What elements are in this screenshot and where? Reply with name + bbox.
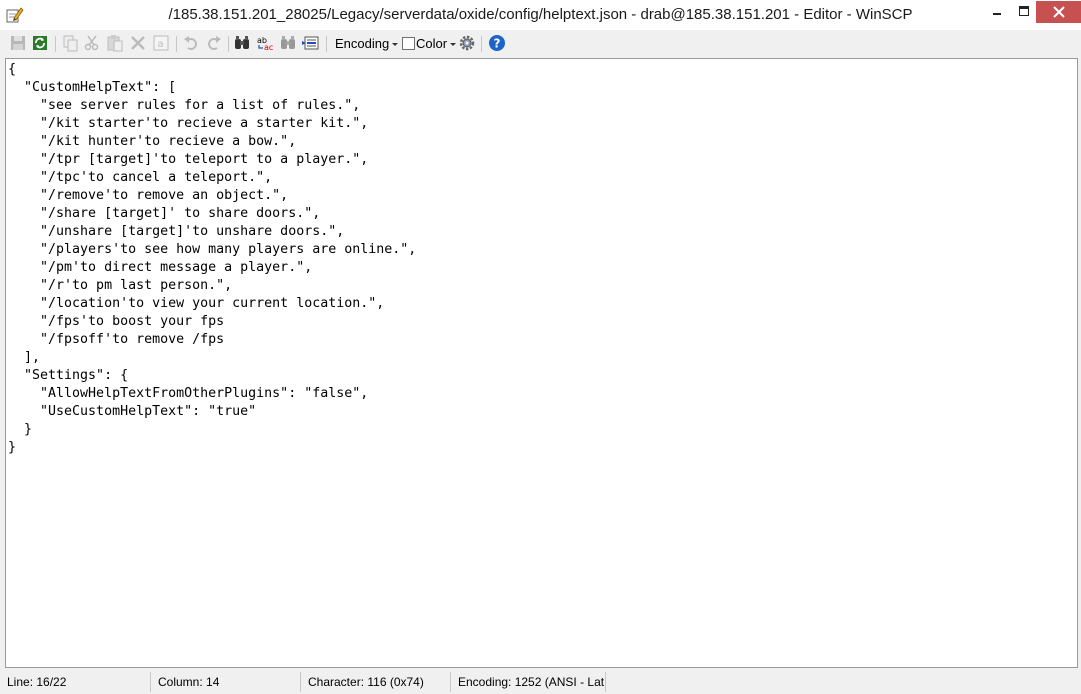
- find-next-icon[interactable]: [279, 34, 299, 54]
- redo-icon[interactable]: [205, 34, 225, 54]
- code-line[interactable]: "/share [target]' to share doors.",: [8, 205, 416, 223]
- goto-line-icon[interactable]: [302, 34, 322, 54]
- status-bar: Line: 16/22 Column: 14 Character: 116 (0…: [0, 671, 1081, 694]
- window-title: /185.38.151.201_28025/Legacy/serverdata/…: [168, 6, 913, 23]
- svg-text:?: ?: [494, 37, 501, 51]
- code-line[interactable]: "/unshare [target]'to unshare doors.",: [8, 223, 416, 241]
- select-all-icon[interactable]: a: [152, 34, 172, 54]
- cut-icon[interactable]: [83, 34, 103, 54]
- chevron-down-icon: [392, 43, 399, 47]
- help-icon[interactable]: ?: [488, 34, 508, 54]
- title-bar[interactable]: /185.38.151.201_28025/Legacy/serverdata/…: [0, 0, 1081, 30]
- color-checkbox[interactable]: [402, 37, 415, 50]
- status-character: Character: 116 (0x74): [301, 672, 451, 692]
- code-line[interactable]: "CustomHelpText": [: [8, 79, 416, 97]
- close-icon: [1053, 6, 1065, 18]
- code-line[interactable]: ],: [8, 349, 416, 367]
- toolbar: a ab ac Encoding Color ?: [0, 30, 1081, 57]
- close-button[interactable]: [1036, 1, 1081, 23]
- status-line: Line: 16/22: [0, 672, 151, 692]
- encoding-dropdown[interactable]: Encoding: [335, 36, 399, 51]
- code-line[interactable]: "/fpsoff'to remove /fps: [8, 331, 416, 349]
- code-line[interactable]: "/kit starter'to recieve a starter kit."…: [8, 115, 416, 133]
- svg-text:ac: ac: [264, 43, 273, 52]
- code-line[interactable]: "/tpr [target]'to teleport to a player."…: [8, 151, 416, 169]
- status-encoding: Encoding: 1252 (ANSI - Lat: [451, 672, 606, 692]
- color-dropdown[interactable]: Color: [416, 36, 457, 51]
- code-line[interactable]: "/kit hunter'to recieve a bow.",: [8, 133, 416, 151]
- toolbar-separator: [176, 36, 177, 52]
- reload-icon[interactable]: [31, 34, 51, 54]
- replace-icon[interactable]: ab ac: [256, 34, 276, 54]
- code-line[interactable]: {: [8, 61, 416, 79]
- delete-icon[interactable]: [129, 34, 149, 54]
- chevron-down-icon: [450, 43, 457, 47]
- code-line[interactable]: "/remove'to remove an object.",: [8, 187, 416, 205]
- code-line[interactable]: }: [8, 439, 416, 457]
- code-line[interactable]: "/location'to view your current location…: [8, 295, 416, 313]
- find-icon[interactable]: [233, 34, 253, 54]
- color-label: Color: [416, 36, 448, 51]
- toolbar-separator: [55, 36, 56, 52]
- code-line[interactable]: "/players'to see how many players are on…: [8, 241, 416, 259]
- save-icon[interactable]: [9, 34, 29, 54]
- svg-text:a: a: [158, 39, 164, 50]
- paste-icon[interactable]: [106, 34, 126, 54]
- code-line[interactable]: "AllowHelpTextFromOtherPlugins": "false"…: [8, 385, 416, 403]
- settings-icon[interactable]: [458, 34, 478, 54]
- copy-icon[interactable]: [61, 34, 81, 54]
- text-editor[interactable]: { "CustomHelpText": [ "see server rules …: [5, 58, 1078, 668]
- undo-icon[interactable]: [182, 34, 202, 54]
- code-line[interactable]: "/r'to pm last person.",: [8, 277, 416, 295]
- toolbar-separator: [481, 36, 482, 52]
- code-line[interactable]: "/pm'to direct message a player.",: [8, 259, 416, 277]
- minimize-button[interactable]: [982, 0, 1010, 24]
- code-line[interactable]: "/tpc'to cancel a teleport.",: [8, 169, 416, 187]
- code-content[interactable]: { "CustomHelpText": [ "see server rules …: [8, 61, 416, 457]
- encoding-label: Encoding: [335, 36, 390, 51]
- maximize-button[interactable]: [1010, 0, 1038, 24]
- toolbar-separator: [326, 36, 327, 52]
- code-line[interactable]: "Settings": {: [8, 367, 416, 385]
- code-line[interactable]: }: [8, 421, 416, 439]
- toolbar-separator: [228, 36, 229, 52]
- code-line[interactable]: "/fps'to boost your fps: [8, 313, 416, 331]
- code-line[interactable]: "UseCustomHelpText": "true": [8, 403, 416, 421]
- code-line[interactable]: "see server rules for a list of rules.",: [8, 97, 416, 115]
- status-column: Column: 14: [151, 672, 301, 692]
